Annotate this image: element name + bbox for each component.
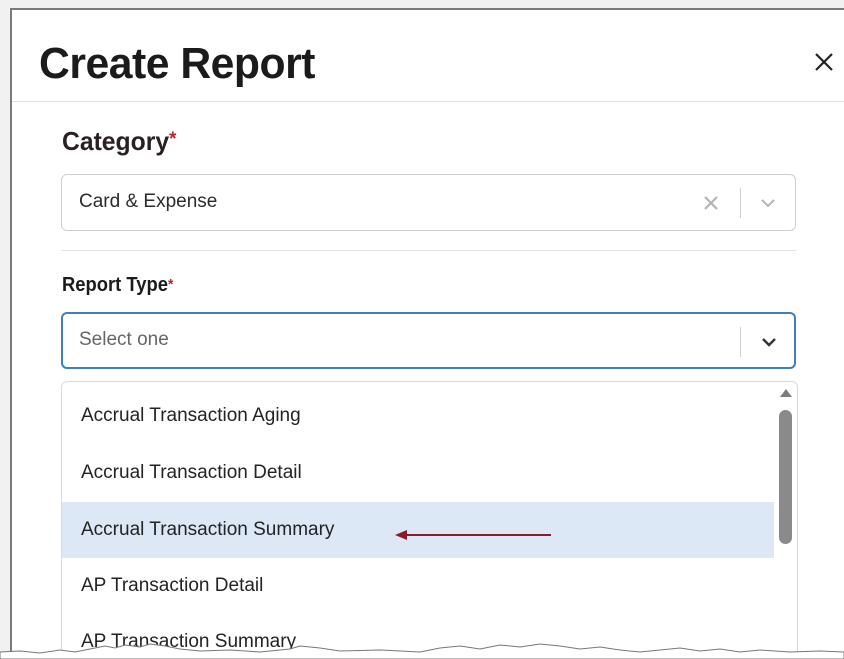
report-type-label: Report Type* bbox=[62, 274, 173, 297]
option-label: AP Transaction Summary bbox=[81, 631, 297, 652]
category-label: Category* bbox=[62, 126, 176, 157]
category-select[interactable]: Card & Expense bbox=[61, 174, 796, 231]
select-indicator-separator bbox=[740, 188, 741, 218]
chevron-down-icon[interactable] bbox=[759, 334, 779, 350]
clear-x-icon[interactable] bbox=[702, 194, 720, 212]
close-icon bbox=[815, 53, 833, 71]
chevron-down-icon[interactable] bbox=[758, 195, 778, 211]
scroll-up-arrow-icon[interactable] bbox=[780, 389, 792, 397]
category-label-text: Category bbox=[62, 126, 170, 156]
annotation-arrow-icon bbox=[395, 530, 551, 540]
dropdown-option[interactable]: AP Transaction Detail bbox=[62, 558, 774, 614]
report-type-select[interactable]: Select one bbox=[61, 312, 796, 369]
option-label: Accrual Transaction Summary bbox=[81, 519, 335, 540]
option-label: Accrual Transaction Detail bbox=[81, 462, 302, 483]
report-type-label-text: Report Type bbox=[62, 274, 168, 296]
required-asterisk: * bbox=[169, 128, 177, 150]
dropdown-option[interactable]: AP Transaction Summary bbox=[62, 614, 774, 659]
option-label: Accrual Transaction Aging bbox=[81, 405, 301, 426]
dropdown-option[interactable]: Accrual Transaction Aging bbox=[62, 388, 774, 444]
report-type-dropdown-menu: Accrual Transaction Aging Accrual Transa… bbox=[61, 381, 798, 659]
create-report-dialog: Create Report Category* Card & Expense R… bbox=[10, 8, 844, 659]
dialog-title: Create Report bbox=[39, 39, 315, 88]
scrollbar-thumb[interactable] bbox=[779, 410, 792, 544]
required-asterisk: * bbox=[167, 276, 174, 293]
close-button[interactable] bbox=[810, 48, 838, 76]
category-select-value: Card & Expense bbox=[79, 191, 218, 212]
dialog-header: Create Report bbox=[12, 10, 844, 102]
select-indicator-separator bbox=[740, 327, 741, 357]
report-type-placeholder: Select one bbox=[79, 329, 169, 350]
dropdown-option[interactable]: Accrual Transaction Detail bbox=[62, 445, 774, 501]
section-divider bbox=[61, 250, 796, 251]
option-label: AP Transaction Detail bbox=[81, 575, 264, 596]
